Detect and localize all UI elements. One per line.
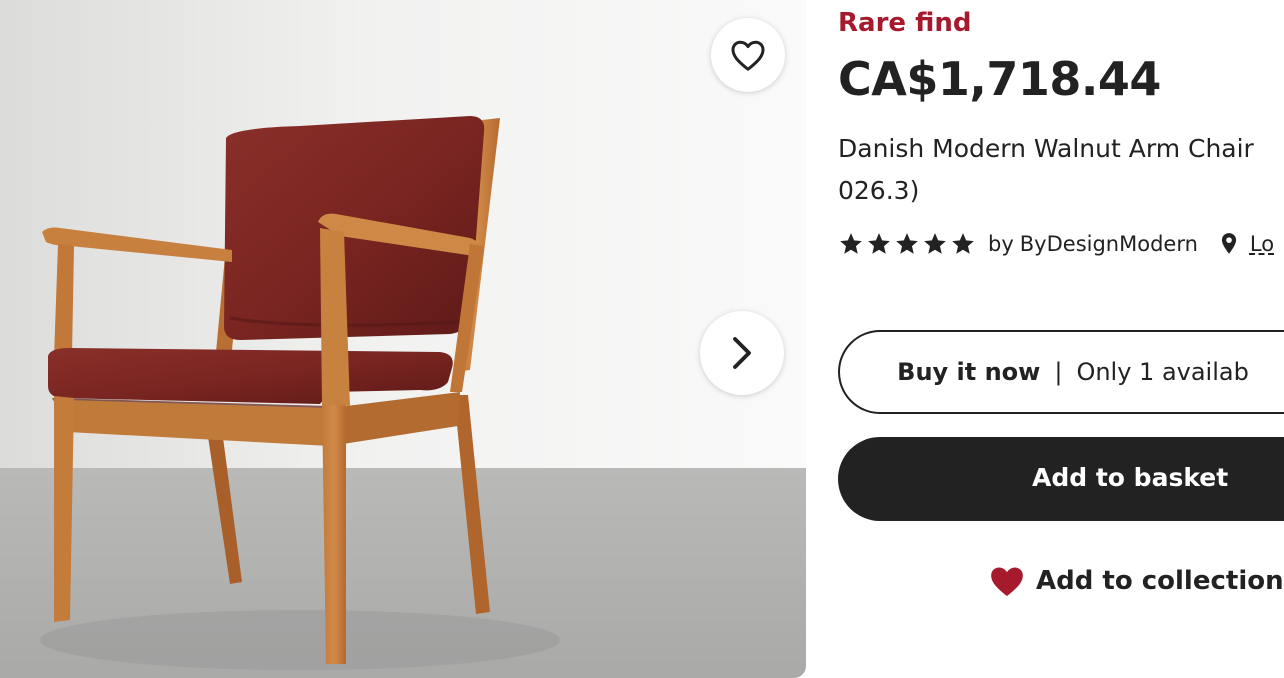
location-link[interactable]: Lo xyxy=(1250,232,1274,256)
buy-it-now-button[interactable]: Buy it now | Only 1 availab xyxy=(838,330,1284,414)
location-pin-icon xyxy=(1220,232,1238,256)
product-photo[interactable] xyxy=(0,0,806,678)
price: CA$1,718.44 xyxy=(838,52,1161,106)
rare-find-badge: Rare find xyxy=(838,8,972,38)
seller-row: by ByDesignModern Lo xyxy=(838,226,1274,262)
star-icon xyxy=(868,233,890,254)
star-icon xyxy=(952,233,974,254)
add-to-basket-button[interactable]: Add to basket xyxy=(838,437,1284,521)
next-image-button[interactable] xyxy=(700,311,784,395)
buy-separator: | xyxy=(1054,358,1063,386)
add-to-basket-label: Add to basket xyxy=(1032,463,1229,492)
shop-name-link[interactable]: ByDesignModern xyxy=(1020,232,1198,256)
listing-info-panel: Rare find CA$1,718.44 Danish Modern Waln… xyxy=(838,0,1284,678)
listing-title[interactable]: Danish Modern Walnut Arm Chair 026.3) xyxy=(838,128,1284,212)
heart-outline-icon xyxy=(731,40,765,71)
by-label: by xyxy=(988,232,1014,256)
availability-text: Only 1 availab xyxy=(1076,358,1249,386)
star-icon xyxy=(924,233,946,254)
add-to-collection-label: Add to collection xyxy=(1036,566,1284,596)
star-icon xyxy=(896,233,918,254)
image-gallery xyxy=(0,0,806,678)
heart-filled-icon xyxy=(991,567,1023,597)
listing-page: Rare find CA$1,718.44 Danish Modern Waln… xyxy=(0,0,1284,678)
add-to-collection-button[interactable]: Add to collection xyxy=(988,563,1284,599)
chevron-right-icon xyxy=(733,337,751,369)
favorite-button[interactable] xyxy=(711,18,785,92)
buy-it-now-label: Buy it now xyxy=(897,358,1041,386)
star-rating[interactable] xyxy=(838,231,976,257)
star-icon xyxy=(840,233,862,254)
listing-title-line-1: Danish Modern Walnut Arm Chair xyxy=(838,134,1254,163)
listing-title-line-2: 026.3) xyxy=(838,176,920,205)
